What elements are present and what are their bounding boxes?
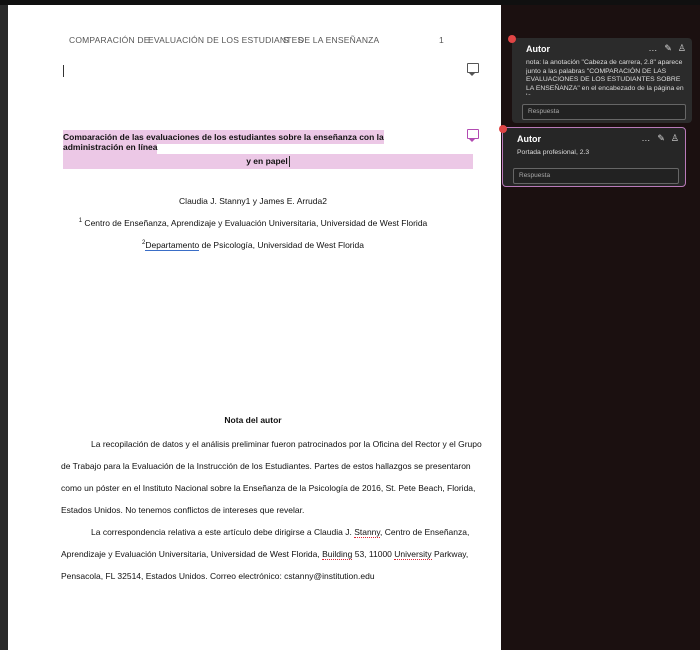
affiliation-1[interactable]: 1 Centro de Enseñanza, Aprendizaje y Eva… [38,218,468,228]
comment-tools: … ✎ ♙ [641,133,679,144]
affiliation-2[interactable]: 2Departamento de Psicología, Universidad… [38,240,468,251]
author-note-paragraph-2[interactable]: La correspondencia relativa a este artíc… [61,521,491,587]
title-line-1[interactable]: Comparación de las evaluaciones de los e… [63,130,443,154]
title-line-2[interactable]: y en papel [63,154,473,170]
more-options-icon[interactable]: … [648,43,658,54]
comment-marker-icon[interactable] [467,63,479,76]
comment-author: Autor [526,44,550,54]
comment-text: Portada profesional, 2.3 [517,149,590,156]
comment-author: Autor [517,134,541,144]
comment-card-2[interactable]: Autor … ✎ ♙ Portada profesional, 2.3 Res… [499,125,686,187]
comment-badge [499,125,507,133]
author-note-paragraph-1[interactable]: La recopilación de datos y el análisis p… [61,433,491,521]
header-part1: COMPARACIÓN DE [69,35,150,45]
more-options-icon[interactable]: … [641,133,651,144]
comment-tools: … ✎ ♙ [648,43,686,54]
comment-badge [508,35,516,43]
document-page[interactable]: COMPARACIÓN DE EVALUACIÓN DE LOS ESTUDIA… [8,5,501,650]
reply-input[interactable]: Respuesta [513,168,679,184]
resolve-icon[interactable]: ♙ [671,133,679,144]
comment-text: nota: la anotación "Cabeza de carrera, 2… [526,59,684,95]
resolve-icon[interactable]: ♙ [678,43,686,54]
comment-marker-active-icon[interactable] [467,129,479,142]
header-part4: DE LA ENSEÑANZA [298,35,380,45]
header-part2: EVALUACIÓN DE LOS ESTUDIANTES [148,35,304,45]
text-cursor [63,65,64,77]
edit-icon[interactable]: ✎ [657,133,665,144]
header-page-number: 1 [439,35,444,45]
authors-line[interactable]: Claudia J. Stanny1 y James E. Arruda2 [38,196,468,206]
header-part3: S [283,35,289,45]
reply-input[interactable]: Respuesta [522,104,686,120]
author-note-heading[interactable]: Nota del autor [38,415,468,425]
comment-card-1[interactable]: Autor … ✎ ♙ nota: la anotación "Cabeza d… [508,35,692,123]
left-edge [0,5,8,650]
edit-icon[interactable]: ✎ [664,43,672,54]
